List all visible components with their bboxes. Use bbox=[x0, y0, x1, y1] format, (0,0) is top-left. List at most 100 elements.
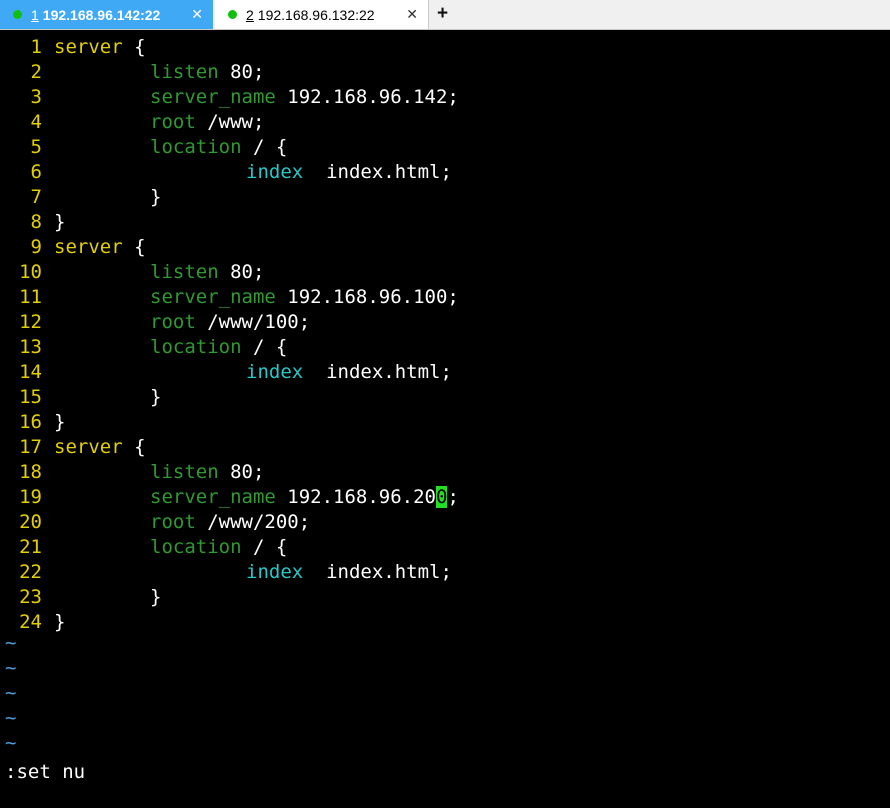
line-text: } bbox=[150, 385, 161, 410]
code-line[interactable]: 4 root /www; bbox=[0, 110, 890, 135]
value: } bbox=[150, 186, 162, 208]
line-number: 9 bbox=[30, 236, 42, 258]
code-line[interactable]: 10 listen 80; bbox=[0, 260, 890, 285]
empty-line-tilde: ~ bbox=[5, 732, 17, 754]
code-line[interactable]: 2 listen 80; bbox=[0, 60, 890, 85]
line-text: listen 80; bbox=[150, 60, 264, 85]
code-line[interactable]: 12 root /www/100; bbox=[0, 310, 890, 335]
line-text: root /www; bbox=[150, 110, 264, 135]
keyword: index bbox=[246, 361, 304, 383]
line-text: server { bbox=[54, 435, 146, 460]
line-number: 1 bbox=[30, 36, 42, 58]
code-line[interactable]: 11 server_name 192.168.96.100; bbox=[0, 285, 890, 310]
tab-session-2[interactable]: 2 192.168.96.132:22 ✕ bbox=[215, 0, 429, 29]
value: 192.168.96.20 bbox=[275, 486, 436, 508]
code-line[interactable]: 17 server { bbox=[0, 435, 890, 460]
code-line[interactable]: 9 server { bbox=[0, 235, 890, 260]
line-text: location / { bbox=[150, 135, 287, 160]
code-line[interactable]: 1 server { bbox=[0, 35, 890, 60]
value: } bbox=[150, 386, 162, 408]
line-text: server_name 192.168.96.100; bbox=[150, 285, 459, 310]
keyword: location bbox=[150, 536, 242, 558]
line-number: 5 bbox=[30, 136, 42, 158]
code-line[interactable]: 14 index index.html; bbox=[0, 360, 890, 385]
line-number: 18 bbox=[19, 461, 42, 483]
code-line[interactable]: 15} bbox=[0, 385, 890, 410]
value: { bbox=[122, 436, 146, 458]
line-text: } bbox=[150, 585, 161, 610]
line-text: listen 80; bbox=[150, 460, 264, 485]
line-number: 10 bbox=[19, 261, 42, 283]
value: index.html; bbox=[303, 561, 452, 583]
keyword: index bbox=[246, 561, 304, 583]
line-text: server_name 192.168.96.142; bbox=[150, 85, 459, 110]
keyword: listen bbox=[150, 261, 219, 283]
keyword: root bbox=[150, 511, 196, 533]
vim-editor[interactable]: 1 server {2 listen 80; 3 server_name 192.168… bbox=[0, 35, 890, 635]
line-number: 3 bbox=[30, 86, 42, 108]
command-line[interactable]: :set nu bbox=[5, 760, 85, 785]
keyword: server_name bbox=[150, 286, 276, 308]
line-number: 7 bbox=[30, 186, 42, 208]
code-line[interactable]: 24} bbox=[0, 610, 890, 635]
code-line[interactable]: 18 listen 80; bbox=[0, 460, 890, 485]
tab-number: 1 bbox=[31, 6, 39, 23]
line-number: 6 bbox=[30, 161, 42, 183]
code-line[interactable]: 13 location / { bbox=[0, 335, 890, 360]
keyword: listen bbox=[150, 461, 219, 483]
tab-bar: 1 192.168.96.142:22 ✕ 2 192.168.96.132:2… bbox=[0, 0, 890, 30]
empty-line-tilde: ~ bbox=[5, 657, 17, 679]
code-line[interactable]: 21 location / { bbox=[0, 535, 890, 560]
code-line[interactable]: 6 index index.html; bbox=[0, 160, 890, 185]
value: { bbox=[122, 236, 146, 258]
line-text: } bbox=[54, 610, 65, 635]
keyword: server_name bbox=[150, 486, 276, 508]
line-number: 23 bbox=[19, 586, 42, 608]
line-number: 17 bbox=[19, 436, 42, 458]
empty-line-tilde: ~ bbox=[5, 682, 17, 704]
keyword: server bbox=[54, 36, 123, 58]
value: 80; bbox=[218, 61, 265, 83]
code-line[interactable]: 19 server_name 192.168.96.200; bbox=[0, 485, 890, 510]
line-text: location / { bbox=[150, 335, 287, 360]
value: index.html; bbox=[303, 161, 452, 183]
line-text: server { bbox=[54, 235, 146, 260]
line-number: 2 bbox=[30, 61, 42, 83]
line-number: 16 bbox=[19, 411, 42, 433]
close-icon[interactable]: ✕ bbox=[191, 6, 203, 23]
line-text: server_name 192.168.96.200; bbox=[150, 485, 459, 510]
value: } bbox=[150, 586, 162, 608]
line-text: index index.html; bbox=[246, 560, 452, 585]
line-text: listen 80; bbox=[150, 260, 264, 285]
keyword: listen bbox=[150, 61, 219, 83]
new-tab-button[interactable]: + bbox=[437, 3, 448, 25]
empty-line-tilde: ~ bbox=[5, 632, 17, 654]
code-line[interactable]: 7} bbox=[0, 185, 890, 210]
keyword: index bbox=[246, 161, 304, 183]
keyword: location bbox=[150, 136, 242, 158]
value: /www/100; bbox=[195, 311, 311, 333]
value: index.html; bbox=[303, 361, 452, 383]
line-number: 4 bbox=[30, 111, 42, 133]
code-line[interactable]: 23} bbox=[0, 585, 890, 610]
connected-dot-icon bbox=[228, 10, 237, 19]
line-text: location / { bbox=[150, 535, 287, 560]
code-line[interactable]: 20 root /www/200; bbox=[0, 510, 890, 535]
value: /www/200; bbox=[195, 511, 311, 533]
code-line[interactable]: 16} bbox=[0, 410, 890, 435]
code-line[interactable]: 8} bbox=[0, 210, 890, 235]
line-number: 14 bbox=[19, 361, 42, 383]
close-icon[interactable]: ✕ bbox=[406, 6, 418, 23]
line-text: server { bbox=[54, 35, 146, 60]
value: { bbox=[122, 36, 146, 58]
code-line[interactable]: 22 index index.html; bbox=[0, 560, 890, 585]
tab-session-1[interactable]: 1 192.168.96.142:22 ✕ bbox=[0, 0, 213, 29]
value: 80; bbox=[218, 461, 265, 483]
code-line[interactable]: 5 location / { bbox=[0, 135, 890, 160]
code-line[interactable]: 3 server_name 192.168.96.142; bbox=[0, 85, 890, 110]
empty-line-tilde: ~ bbox=[5, 707, 17, 729]
line-number: 19 bbox=[19, 486, 42, 508]
value: 192.168.96.100; bbox=[275, 286, 459, 308]
keyword: location bbox=[150, 336, 242, 358]
value: / { bbox=[241, 336, 288, 358]
